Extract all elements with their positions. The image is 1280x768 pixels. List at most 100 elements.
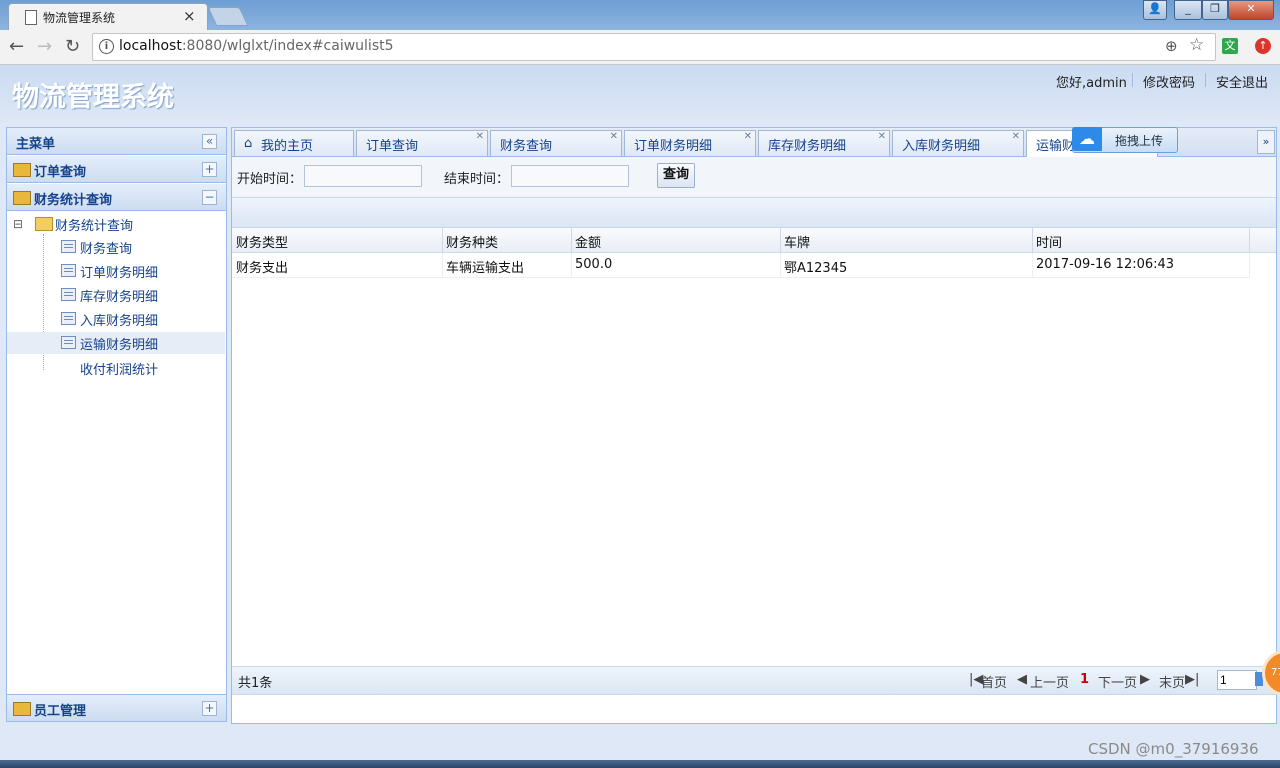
url-text: localhost:8080/wlglxt/index#caiwulist5 bbox=[119, 38, 394, 54]
greeting-text: 您好,admin bbox=[1056, 76, 1127, 91]
column-header[interactable]: 金额 bbox=[571, 228, 781, 252]
grid-toolbar bbox=[232, 198, 1276, 228]
accordion-order-query[interactable]: 订单查询 + bbox=[7, 156, 226, 183]
collapse-icon[interactable]: − bbox=[202, 190, 217, 205]
browser-tab-strip: 物流管理系统 × 👤 _ ❐ ✕ bbox=[0, 0, 1280, 31]
upload-extension-icon[interactable]: ↑ bbox=[1255, 38, 1271, 54]
tab-label: 订单查询 bbox=[366, 139, 419, 154]
os-taskbar bbox=[0, 760, 1280, 768]
next-page-link[interactable]: 下一页 bbox=[1098, 672, 1137, 691]
new-tab-button[interactable] bbox=[207, 7, 249, 26]
tab-label: 我的主页 bbox=[261, 139, 314, 154]
collapse-sidebar-icon[interactable]: « bbox=[202, 134, 217, 149]
tree-item-inbound-finance[interactable]: 入库财务明细 bbox=[61, 308, 221, 330]
page-number-input[interactable] bbox=[1217, 670, 1257, 690]
maximize-button[interactable]: ❐ bbox=[1202, 0, 1228, 20]
total-count: 共1条 bbox=[238, 676, 273, 691]
tab-list-chevron-icon[interactable]: » bbox=[1257, 130, 1275, 154]
column-header[interactable]: 车牌 bbox=[780, 228, 1033, 252]
drag-upload-label: 拖拽上传 bbox=[1115, 134, 1164, 148]
tab-label: 库存财务明细 bbox=[768, 139, 847, 154]
logout-link[interactable]: 安全退出 bbox=[1216, 72, 1268, 91]
close-tab-icon[interactable]: ✕ bbox=[610, 131, 618, 142]
close-tab-icon[interactable]: ✕ bbox=[476, 131, 484, 142]
tree-collapse-icon[interactable]: ⊟ bbox=[13, 217, 23, 231]
sidebar-header: 主菜单 « bbox=[7, 128, 226, 155]
folder-icon bbox=[13, 163, 31, 177]
column-header[interactable]: 财务类型 bbox=[232, 228, 443, 252]
prev-page-icon[interactable]: ◀ bbox=[1017, 672, 1027, 687]
tab-home[interactable]: ⌂ 我的主页 bbox=[234, 130, 354, 156]
cloud-icon: ☁ bbox=[1072, 127, 1102, 151]
start-time-label: 开始时间： bbox=[237, 172, 303, 187]
user-profile-icon[interactable]: 👤 bbox=[1143, 0, 1167, 20]
info-icon[interactable]: i bbox=[99, 39, 114, 54]
browser-tab-title: 物流管理系统 bbox=[43, 11, 116, 25]
table-cell: 鄂A12345 bbox=[780, 253, 1033, 277]
tree-item-stock-finance[interactable]: 库存财务明细 bbox=[61, 284, 221, 306]
tab-order-finance[interactable]: 订单财务明细 ✕ bbox=[624, 130, 756, 156]
tree-item-label: 入库财务明细 bbox=[80, 314, 159, 329]
app-title: 物流管理系统 bbox=[12, 82, 174, 113]
open-folder-icon bbox=[35, 217, 53, 231]
window-close-button[interactable]: ✕ bbox=[1228, 0, 1274, 20]
column-header-label: 财务类型 bbox=[236, 236, 289, 251]
table-cell: 财务支出 bbox=[232, 253, 443, 277]
table-cell: 车辆运输支出 bbox=[442, 253, 572, 277]
tree-item-finance-query[interactable]: 财务查询 bbox=[61, 236, 221, 258]
expand-icon[interactable]: + bbox=[202, 701, 217, 716]
list-icon bbox=[61, 240, 76, 253]
start-time-input[interactable] bbox=[304, 165, 422, 187]
forward-arrow-icon[interactable]: → bbox=[37, 36, 52, 57]
query-button[interactable]: 查询 bbox=[657, 163, 695, 188]
reload-icon[interactable]: ↻ bbox=[65, 36, 80, 57]
end-time-input[interactable] bbox=[511, 165, 629, 187]
zoom-icon[interactable]: ⊕ bbox=[1165, 37, 1178, 55]
column-header[interactable]: 时间 bbox=[1032, 228, 1250, 252]
tree-root-label[interactable]: 财务统计查询 bbox=[55, 215, 133, 234]
expand-icon[interactable]: + bbox=[202, 162, 217, 177]
drag-upload-widget[interactable]: ☁ 拖拽上传 bbox=[1072, 127, 1178, 153]
last-page-link[interactable]: 末页 bbox=[1159, 672, 1185, 691]
close-tab-icon[interactable]: ✕ bbox=[1012, 131, 1020, 142]
bookmark-star-icon[interactable]: ☆ bbox=[1189, 35, 1204, 55]
address-bar[interactable]: i localhost:8080/wlglxt/index#caiwulist5… bbox=[92, 33, 1216, 61]
tab-label: 运输财 bbox=[1036, 139, 1076, 154]
tree-item-profit-stats[interactable]: 收付利润统计 bbox=[61, 357, 221, 379]
cell-text: 2017-09-16 12:06:43 bbox=[1036, 257, 1175, 272]
column-header[interactable]: 财务种类 bbox=[442, 228, 572, 252]
next-page-icon[interactable]: ▶ bbox=[1140, 672, 1150, 687]
table-row[interactable]: 财务支出 车辆运输支出 500.0 鄂A12345 2017-09-16 12:… bbox=[232, 253, 1250, 278]
change-password-link[interactable]: 修改密码 bbox=[1143, 72, 1195, 91]
list-icon bbox=[61, 312, 76, 325]
tab-order-query[interactable]: 订单查询 ✕ bbox=[356, 130, 488, 156]
url-host: localhost bbox=[119, 38, 182, 54]
translate-extension-icon[interactable]: 文 bbox=[1222, 38, 1238, 54]
back-arrow-icon[interactable]: ← bbox=[9, 36, 24, 57]
last-page-icon[interactable]: ▶| bbox=[1185, 672, 1199, 687]
close-tab-icon[interactable]: × bbox=[183, 7, 196, 25]
tab-stock-finance[interactable]: 库存财务明细 ✕ bbox=[758, 130, 890, 156]
tree-item-order-finance[interactable]: 订单财务明细 bbox=[61, 260, 221, 282]
tab-finance-query[interactable]: 财务查询 ✕ bbox=[490, 130, 622, 156]
accordion-staff-management[interactable]: 员工管理 + bbox=[7, 694, 226, 722]
accordion-label: 员工管理 bbox=[34, 704, 87, 719]
tree-item-transport-finance[interactable]: 运输财务明细 bbox=[7, 332, 225, 354]
tree-item-label: 订单财务明细 bbox=[80, 266, 159, 281]
prev-page-link[interactable]: 上一页 bbox=[1030, 672, 1069, 691]
list-icon bbox=[61, 288, 76, 301]
column-header-label: 车牌 bbox=[784, 236, 811, 251]
browser-toolbar: ← → ↻ i localhost:8080/wlglxt/index#caiw… bbox=[0, 30, 1280, 65]
header-divider bbox=[1205, 73, 1206, 87]
tree-item-label: 运输财务明细 bbox=[80, 338, 159, 353]
browser-tab[interactable]: 物流管理系统 × bbox=[8, 3, 208, 31]
accordion-finance-query[interactable]: 财务统计查询 − bbox=[7, 184, 226, 211]
close-tab-icon[interactable]: ✕ bbox=[878, 131, 886, 142]
tab-inbound-finance[interactable]: 入库财务明细 ✕ bbox=[892, 130, 1024, 156]
url-path: :8080/wlglxt/index#caiwulist5 bbox=[181, 38, 394, 54]
pagination-bar: 共1条 |◀ 首页 ◀ 上一页 1 下一页 ▶ 末页 ▶| bbox=[232, 666, 1276, 695]
minimize-button[interactable]: _ bbox=[1174, 0, 1202, 20]
table-cell: 500.0 bbox=[571, 253, 781, 277]
close-tab-icon[interactable]: ✕ bbox=[744, 131, 752, 142]
first-page-link[interactable]: 首页 bbox=[981, 672, 1007, 691]
